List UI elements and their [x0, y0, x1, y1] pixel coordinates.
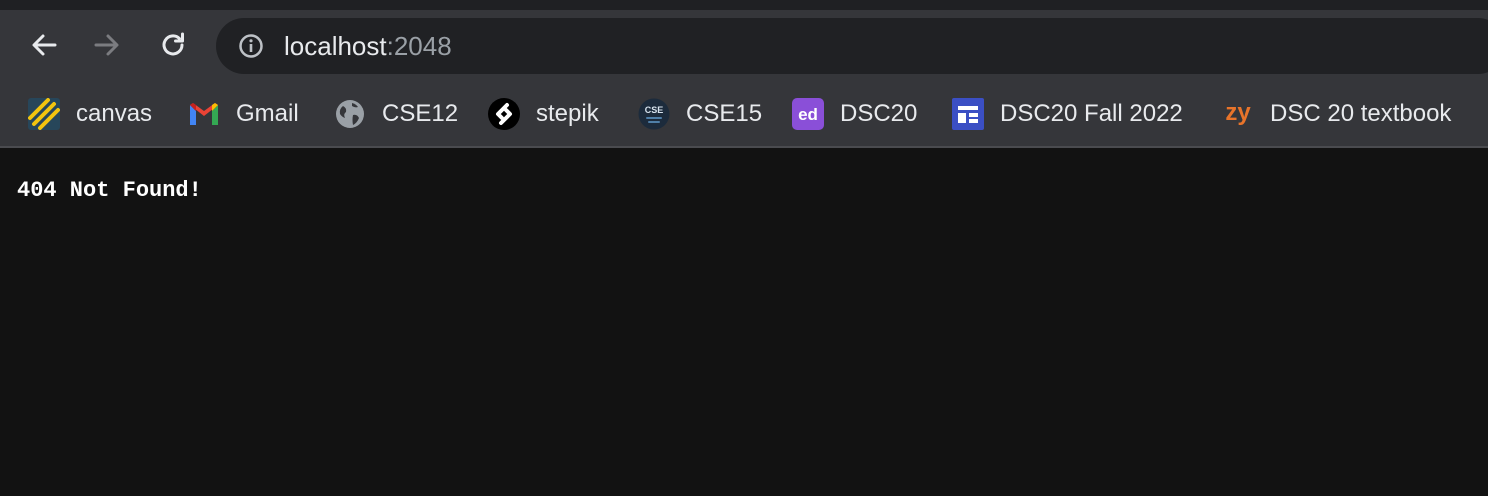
- ed-icon: ed: [792, 98, 824, 130]
- bookmark-dsc20-fall-2022[interactable]: DSC20 Fall 2022: [952, 96, 1183, 132]
- forward-button[interactable]: [89, 27, 125, 63]
- globe-icon: [334, 98, 366, 130]
- arrow-right-icon: [94, 34, 119, 56]
- back-button[interactable]: [26, 27, 62, 63]
- bookmark-cse12[interactable]: CSE12: [334, 96, 458, 132]
- cse-logo-icon: CSE: [638, 98, 670, 130]
- arrow-left-icon: [32, 34, 57, 56]
- bookmark-label: CSE15: [686, 100, 763, 127]
- info-icon[interactable]: [238, 33, 264, 59]
- window-top-strip: [0, 0, 1488, 10]
- cse-logo-text: CSE: [645, 105, 664, 115]
- bookmark-gmail[interactable]: Gmail: [188, 96, 299, 132]
- bookmark-canvas[interactable]: canvas: [28, 96, 152, 132]
- bookmark-dsc20-textbook[interactable]: zy DSC 20 textbook: [1222, 96, 1451, 132]
- error-message: 404 Not Found!: [17, 178, 202, 203]
- bookmark-label: canvas: [76, 100, 153, 127]
- bookmark-label: DSC 20 textbook: [1270, 100, 1452, 127]
- bookmarks-bar: canvas Gmail CSE12 stepik CSE CSE15 ed D…: [0, 82, 1488, 148]
- bookmark-label: stepik: [536, 100, 599, 127]
- layout-icon: [952, 98, 984, 130]
- bookmark-label: Gmail: [236, 100, 299, 127]
- address-bar[interactable]: localhost:2048: [216, 18, 1488, 74]
- url-text[interactable]: localhost:2048: [284, 30, 452, 62]
- reload-icon: [162, 32, 184, 56]
- stepik-icon: [488, 98, 520, 130]
- url-port: :2048: [386, 31, 452, 61]
- canvas-icon: [28, 98, 60, 130]
- zybooks-logo-text: zy: [1225, 99, 1251, 126]
- page-content: 404 Not Found!: [0, 148, 1488, 496]
- reload-button[interactable]: [155, 27, 191, 63]
- bookmark-cse15[interactable]: CSE CSE15: [638, 96, 762, 132]
- bookmark-stepik[interactable]: stepik: [488, 96, 599, 132]
- ed-logo-text: ed: [798, 105, 818, 124]
- browser-toolbar: localhost:2048: [0, 10, 1488, 82]
- zybooks-icon: zy: [1222, 98, 1254, 130]
- bookmark-label: DSC20 Fall 2022: [1000, 100, 1183, 127]
- gmail-icon: [188, 98, 220, 130]
- bookmark-label: CSE12: [382, 100, 459, 127]
- bookmark-dsc20[interactable]: ed DSC20: [792, 96, 917, 132]
- bookmark-label: DSC20: [840, 100, 918, 127]
- url-host: localhost: [284, 31, 387, 61]
